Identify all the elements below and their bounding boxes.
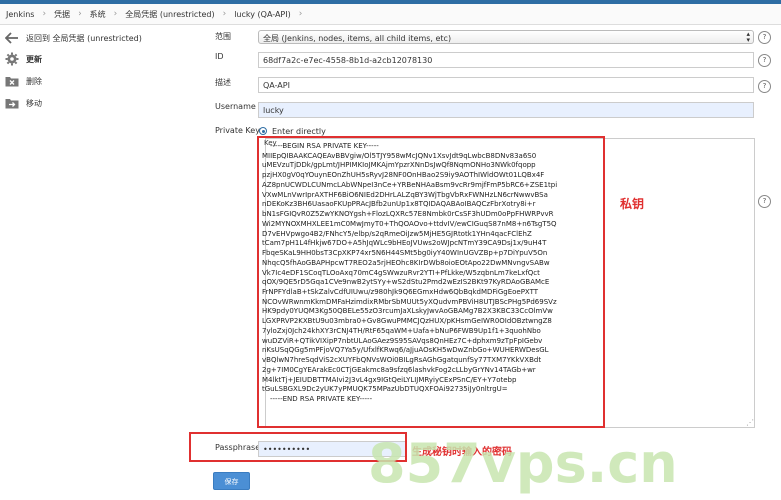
help-icon[interactable]: ? xyxy=(758,31,771,44)
private-key-highlight-box xyxy=(257,136,605,428)
folder-move-icon xyxy=(4,95,20,111)
help-icon[interactable]: ? xyxy=(758,54,771,67)
sidebar-item-label: 更新 xyxy=(26,54,42,64)
username-field[interactable]: lucky xyxy=(258,102,754,118)
breadcrumb-separator-icon: › xyxy=(222,9,227,19)
help-icon[interactable]: ? xyxy=(758,80,771,93)
breadcrumb-credentials[interactable]: 凭据 xyxy=(48,9,76,20)
scope-label: 范围 xyxy=(215,32,231,41)
breadcrumb-separator-icon: › xyxy=(42,9,47,19)
breadcrumb-jenkins[interactable]: Jenkins xyxy=(0,10,40,19)
description-field-value: QA-API xyxy=(263,81,290,90)
help-icon[interactable]: ? xyxy=(758,195,771,208)
description-label: 描述 xyxy=(215,78,231,87)
id-field-value: 68df7a2c-e7ec-4558-8b1d-a2cb12078130 xyxy=(263,56,433,65)
save-button[interactable]: 保存 xyxy=(213,472,250,490)
sidebar-item-label: 删除 xyxy=(26,76,42,86)
breadcrumb-separator-icon: › xyxy=(78,9,82,19)
sidebar-item-delete[interactable]: 删除 xyxy=(0,71,180,91)
enter-directly-label: Enter directly xyxy=(272,127,326,136)
sidebar-item-move[interactable]: 移动 xyxy=(0,93,180,113)
select-arrows-icon: ▴ ▾ xyxy=(746,30,750,44)
username-field-value: lucky xyxy=(263,106,284,115)
breadcrumb-system[interactable]: 系统 xyxy=(84,9,112,20)
private-key-label: Private Key xyxy=(215,126,260,135)
description-field[interactable]: QA-API xyxy=(258,77,754,93)
breadcrumb-global-credentials[interactable]: 全局凭据 (unrestricted) xyxy=(119,9,220,20)
watermark: 857vps.cn xyxy=(368,432,678,495)
scope-select[interactable]: 全局 (Jenkins, nodes, items, all child ite… xyxy=(258,30,754,44)
folder-delete-icon xyxy=(4,73,20,89)
sidebar: 返回到 全局凭据 (unrestricted) 更新 删除 移动 xyxy=(0,28,180,113)
breadcrumb-current[interactable]: lucky (QA-API) xyxy=(228,10,297,19)
id-field[interactable]: 68df7a2c-e7ec-4558-8b1d-a2cb12078130 xyxy=(258,52,754,68)
breadcrumb-separator-icon: › xyxy=(298,9,303,19)
breadcrumb-separator-icon: › xyxy=(113,9,118,19)
resize-handle-icon[interactable]: ⋰ xyxy=(746,418,754,427)
sidebar-item-label: 返回到 全局凭据 (unrestricted) xyxy=(26,33,142,43)
sidebar-item-back[interactable]: 返回到 全局凭据 (unrestricted) xyxy=(0,28,180,48)
username-label: Username xyxy=(215,102,256,111)
private-key-annotation: 私钥 xyxy=(620,197,645,211)
enter-directly-radio[interactable] xyxy=(259,127,267,135)
arrow-left-icon xyxy=(4,30,20,46)
sidebar-item-update[interactable]: 更新 xyxy=(0,49,180,69)
gear-icon xyxy=(4,51,20,67)
id-label: ID xyxy=(215,52,224,61)
sidebar-item-label: 移动 xyxy=(26,98,42,108)
scope-select-value: 全局 (Jenkins, nodes, items, all child ite… xyxy=(263,34,452,43)
breadcrumb: Jenkins › 凭据 › 系统 › 全局凭据 (unrestricted) … xyxy=(0,4,781,25)
